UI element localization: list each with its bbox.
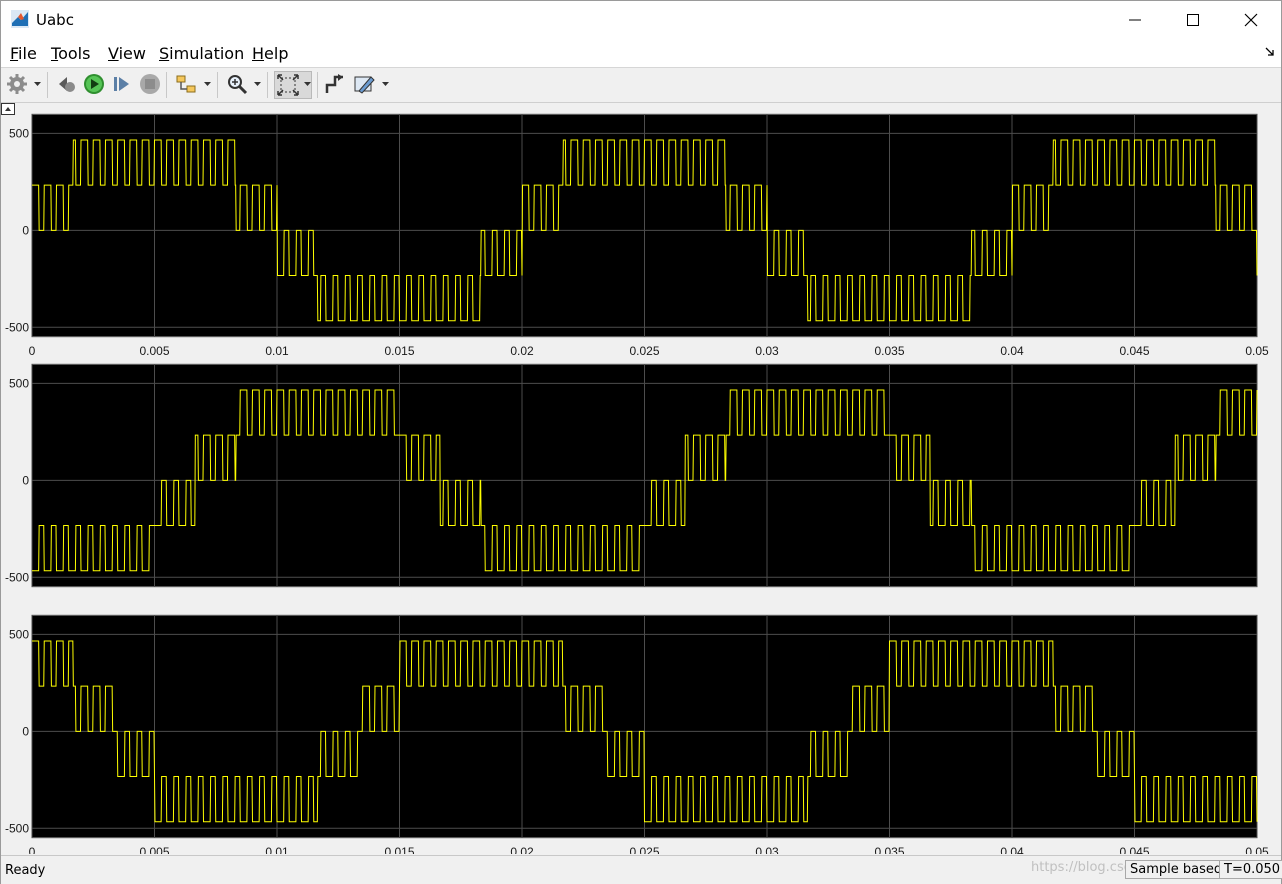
gear-dropdown-icon[interactable]	[34, 82, 41, 87]
toolbar-separator	[267, 72, 268, 98]
scope-plots[interactable]: -50005000 0.005 0.01 0.015 0.02 0.025 0.03 0.03…	[1, 103, 1281, 854]
menu-tools-mnemonic: T	[51, 44, 59, 63]
fit-dropdown-icon[interactable]	[304, 82, 311, 87]
x-tick-label: 0.025	[629, 845, 659, 854]
menu-bar: File Tools View Simulation Help	[1, 39, 1281, 67]
toolbar-separator	[217, 72, 218, 98]
menu-file-mnemonic: F	[10, 44, 19, 63]
status-sample-mode: Sample based	[1125, 860, 1228, 879]
menu-simulation-label: imulation	[169, 44, 245, 63]
status-ready: Ready	[5, 863, 46, 878]
x-tick-label: 0.015	[384, 845, 414, 854]
gear-icon[interactable]	[6, 73, 28, 95]
scope-plot-area[interactable]: -500 0 500 0 0.005 0.01 0.015 0.02 0.025 0.03 0.03…	[1, 103, 1281, 854]
minimize-button[interactable]	[1106, 1, 1164, 39]
signal-selector-icon[interactable]	[175, 73, 197, 95]
step-forward-icon[interactable]	[111, 73, 133, 95]
x-tick-label: 0.03	[755, 845, 779, 854]
menu-simulation-mnemonic: S	[159, 44, 170, 63]
matlab-logo-icon	[11, 10, 29, 28]
menu-help-mnemonic: H	[252, 44, 265, 63]
stop-icon[interactable]	[139, 73, 161, 95]
menu-view-mnemonic: V	[108, 44, 119, 63]
x-tick-label: 0.01	[265, 344, 289, 358]
x-tick-label: 0.02	[510, 845, 534, 854]
x-tick-label: 0	[29, 344, 36, 358]
x-tick-label: 0.025	[629, 344, 659, 358]
toolbar-separator	[317, 72, 318, 98]
x-tick-label: 0	[29, 845, 36, 854]
y-tick-label: -500	[5, 821, 29, 835]
minimize-icon	[1129, 19, 1141, 21]
step-back-icon[interactable]	[55, 73, 77, 95]
signal-selector-dropdown-icon[interactable]	[204, 82, 211, 87]
x-tick-label: 0.04	[1000, 845, 1024, 854]
zoom-dropdown-icon[interactable]	[254, 82, 261, 87]
y-tick-label: 0	[22, 724, 29, 738]
x-tick-label: 0.005	[139, 344, 169, 358]
close-button[interactable]	[1222, 1, 1280, 39]
menu-help[interactable]: Help	[252, 44, 288, 63]
x-tick-label: 0.01	[265, 845, 289, 854]
status-time: T=0.050	[1219, 860, 1282, 879]
y-tick-label: 500	[9, 126, 29, 140]
x-tick-label: 0.005	[139, 845, 169, 854]
y-tick-label: 500	[9, 376, 29, 390]
highlight-dropdown-icon[interactable]	[382, 82, 389, 87]
menu-file[interactable]: File	[10, 44, 37, 63]
x-tick-label: 0.02	[510, 344, 534, 358]
x-tick-label: 0.05	[1245, 344, 1269, 358]
y-tick-label: -500	[5, 570, 29, 584]
highlight-icon[interactable]	[353, 73, 375, 95]
maximize-icon	[1187, 14, 1199, 26]
y-tick-label: 0	[22, 473, 29, 487]
toolbar-separator	[166, 72, 167, 98]
fit-to-view-button[interactable]	[274, 71, 312, 99]
menu-view-label: iew	[118, 44, 146, 63]
x-tick-label: 0.03	[755, 344, 779, 358]
y-tick-label: 500	[9, 627, 29, 641]
maximize-button[interactable]	[1164, 1, 1222, 39]
menu-view[interactable]: View	[108, 44, 146, 63]
menu-tools-label: ools	[58, 44, 91, 63]
toolbar	[1, 67, 1281, 103]
x-tick-label: 0.04	[1000, 344, 1024, 358]
y-tick-label: -500	[5, 320, 29, 334]
y-tick-label: 0	[22, 223, 29, 237]
toolbar-separator	[47, 72, 48, 98]
x-tick-label: 0.045	[1119, 845, 1149, 854]
menu-file-label: ile	[18, 44, 37, 63]
menu-help-label: elp	[264, 44, 289, 63]
window-title: Uabc	[36, 11, 74, 29]
title-bar: Uabc	[1, 1, 1281, 39]
x-tick-label: 0.045	[1119, 344, 1149, 358]
close-icon	[1244, 13, 1258, 27]
undock-axes-icon[interactable]	[1, 103, 15, 115]
x-tick-label: 0.05	[1245, 845, 1269, 854]
restore-layout-icon[interactable]	[324, 73, 346, 95]
x-tick-label: 0.035	[874, 845, 904, 854]
fit-to-view-icon	[277, 74, 299, 96]
x-tick-label: 0.015	[384, 344, 414, 358]
scope-window: Uabc File Tools View Simulation Help -50…	[0, 0, 1282, 884]
status-bar: Ready https://blog.csdn.net/weixin_4359.…	[1, 855, 1282, 884]
menu-tools[interactable]: Tools	[51, 44, 90, 63]
menu-simulation[interactable]: Simulation	[159, 44, 244, 63]
zoom-icon[interactable]	[226, 73, 248, 95]
dock-arrow-icon[interactable]	[1265, 47, 1275, 57]
run-icon[interactable]	[83, 73, 105, 95]
x-tick-label: 0.035	[874, 344, 904, 358]
